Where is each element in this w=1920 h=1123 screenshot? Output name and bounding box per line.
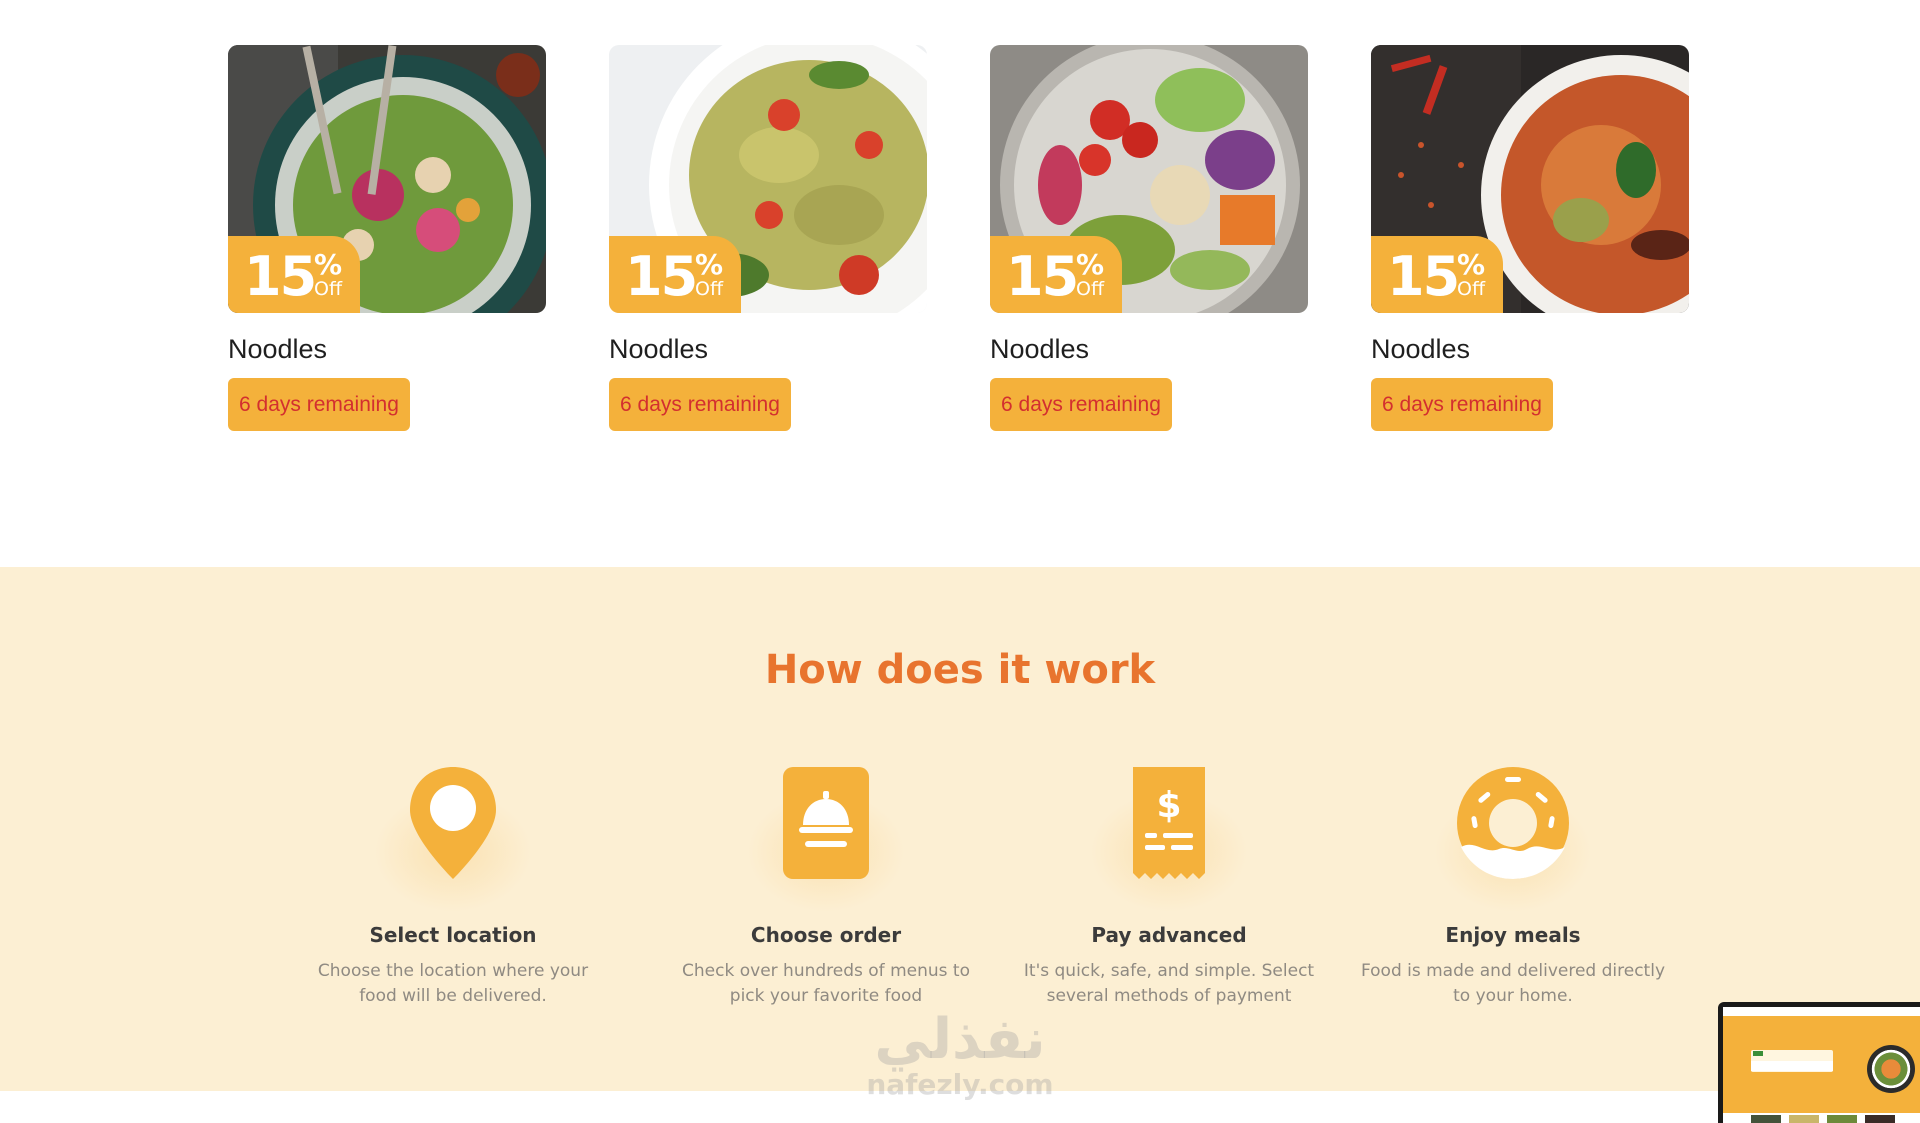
discount-badge: 15 % Off <box>990 236 1122 313</box>
step-pay-advanced: $ Pay advanced It's quick, safe, and sim… <box>1009 765 1329 1009</box>
discount-off-label: Off <box>1076 278 1105 300</box>
preview-screen <box>1723 1007 1920 1123</box>
discount-percent: % <box>1457 248 1486 281</box>
offer-card[interactable]: 15 % Off Noodles 6 days remaining <box>228 45 546 431</box>
preview-thumb <box>1789 1115 1819 1123</box>
section-title: How does it work <box>764 647 1156 693</box>
step-description: Check over hundreds of menus to pick you… <box>682 961 970 1006</box>
remaining-days-badge: 6 days remaining <box>228 378 410 431</box>
step-description: Food is made and delivered directly to y… <box>1360 961 1666 1006</box>
remaining-days-badge: 6 days remaining <box>609 378 791 431</box>
remaining-days-badge: 6 days remaining <box>990 378 1172 431</box>
offer-image[interactable]: 15 % Off <box>1371 45 1689 313</box>
discount-percent: % <box>695 248 724 281</box>
location-pin-icon <box>410 767 496 879</box>
discount-off-label: Off <box>695 278 724 300</box>
preview-thumb <box>1751 1115 1781 1123</box>
step-title: Pay advanced <box>1091 923 1247 947</box>
preview-thumb <box>1827 1115 1857 1123</box>
discount-badge: 15 % Off <box>1371 236 1503 313</box>
discount-number: 15 <box>244 245 317 308</box>
discount-percent: % <box>314 248 343 281</box>
offers-section: 15 % Off Noodles 6 days remaining 15 % O… <box>0 0 1920 567</box>
offer-card[interactable]: 15 % Off Noodles 6 days remaining <box>1371 45 1689 431</box>
receipt-dollar-icon: $ <box>1133 767 1205 879</box>
step-choose-order: Choose order Check over hundreds of menu… <box>666 765 986 1009</box>
discount-badge: 15 % Off <box>609 236 741 313</box>
food-cloche-icon <box>783 767 869 879</box>
preview-thumb <box>1865 1115 1895 1123</box>
offer-title[interactable]: Noodles <box>990 333 1308 365</box>
discount-off-label: Off <box>314 278 343 300</box>
discount-number: 15 <box>1006 245 1079 308</box>
watermark-arabic: نفذلي <box>874 1007 1046 1072</box>
svg-text:$: $ <box>1156 785 1181 826</box>
watermark: نفذلي nafezly.com <box>850 1010 1070 1100</box>
discount-off-label: Off <box>1457 278 1486 300</box>
offer-title[interactable]: Noodles <box>228 333 546 365</box>
step-description: It's quick, safe, and simple. Select sev… <box>1023 961 1315 1006</box>
offer-title[interactable]: Noodles <box>609 333 927 365</box>
remaining-days-badge: 6 days remaining <box>1371 378 1553 431</box>
offer-image[interactable]: 15 % Off <box>990 45 1308 313</box>
offer-card[interactable]: 15 % Off Noodles 6 days remaining <box>990 45 1308 431</box>
offer-image[interactable]: 15 % Off <box>609 45 927 313</box>
preview-plate-image <box>1867 1045 1915 1093</box>
offer-title[interactable]: Noodles <box>1371 333 1689 365</box>
site-preview-thumbnail[interactable] <box>1718 1002 1920 1123</box>
discount-number: 15 <box>625 245 698 308</box>
step-title: Enjoy meals <box>1445 923 1581 947</box>
step-enjoy-meals: Enjoy meals Food is made and delivered d… <box>1353 765 1673 1009</box>
step-description: Choose the location where your food will… <box>317 961 589 1006</box>
preview-form-input <box>1751 1061 1833 1071</box>
discount-number: 15 <box>1387 245 1460 308</box>
donut-icon <box>1457 767 1569 879</box>
offer-card[interactable]: 15 % Off Noodles 6 days remaining <box>609 45 927 431</box>
discount-percent: % <box>1076 248 1105 281</box>
preview-button <box>1753 1051 1763 1056</box>
step-select-location: Select location Choose the location wher… <box>293 765 613 1009</box>
offer-image[interactable]: 15 % Off <box>228 45 546 313</box>
preview-topbar <box>1723 1007 1920 1016</box>
step-title: Select location <box>369 923 537 947</box>
step-title: Choose order <box>750 923 902 947</box>
watermark-latin: nafezly.com <box>866 1068 1054 1101</box>
discount-badge: 15 % Off <box>228 236 360 313</box>
